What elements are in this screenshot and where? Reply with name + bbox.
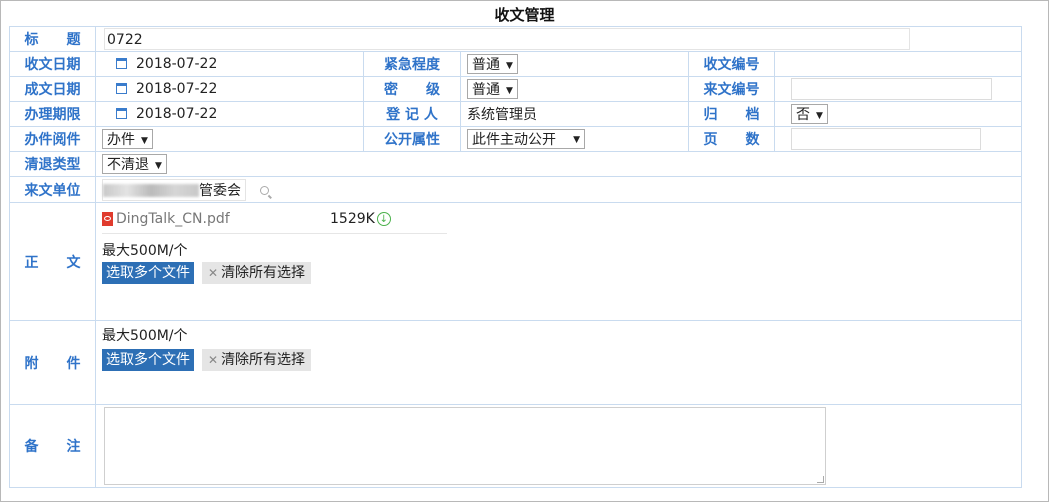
dropdown-arrow-icon: ▼ xyxy=(141,136,148,146)
calendar-icon[interactable] xyxy=(116,58,127,69)
select-files-button[interactable]: 选取多个文件 xyxy=(102,349,194,371)
label-security: 密 级 xyxy=(363,76,461,102)
clear-selection-button[interactable]: ✕ 清除所有选择 xyxy=(202,262,312,284)
redacted-text xyxy=(103,184,199,197)
dropdown-arrow-icon: ▼ xyxy=(506,61,513,71)
upload-limit: 最大500M/个 xyxy=(102,328,188,344)
from-no-input[interactable] xyxy=(791,78,992,100)
label-doc-date: 成文日期 xyxy=(9,76,96,102)
doc-date-field[interactable]: 2018-07-22 xyxy=(95,76,364,102)
label-refund-type: 清退类型 xyxy=(9,151,96,177)
label-from-no: 来文编号 xyxy=(688,76,775,102)
from-unit-suffix: 管委会 xyxy=(199,182,241,199)
archive-select[interactable]: 否 ▼ xyxy=(791,104,828,124)
registrar-value: 系统管理员 xyxy=(460,101,689,127)
download-icon[interactable]: ↓ xyxy=(376,212,391,226)
clear-selection-button[interactable]: ✕ 清除所有选择 xyxy=(202,349,312,371)
refund-type-select[interactable]: 不清退 ▼ xyxy=(102,154,167,174)
from-unit-input[interactable]: 管委会 xyxy=(102,178,246,201)
label-body: 正 文 xyxy=(9,202,96,321)
label-urgency: 紧急程度 xyxy=(363,51,461,77)
doc-kind-select[interactable]: 办件 ▼ xyxy=(102,129,153,149)
doc-date-value: 2018-07-22 xyxy=(136,81,218,97)
deadline-field[interactable]: 2018-07-22 xyxy=(95,101,364,127)
dropdown-arrow-icon: ▼ xyxy=(506,86,513,96)
remark-textarea[interactable] xyxy=(104,407,826,485)
pages-input[interactable] xyxy=(791,128,981,150)
label-deadline: 办理期限 xyxy=(9,101,96,127)
label-recv-no: 收文编号 xyxy=(688,51,775,77)
dropdown-arrow-icon: ▼ xyxy=(573,135,580,145)
upload-limit: 最大500M/个 xyxy=(102,243,188,259)
urgency-select[interactable]: 普通 ▼ xyxy=(467,54,518,74)
clear-selection-label: 清除所有选择 xyxy=(221,265,306,281)
calendar-icon[interactable] xyxy=(116,108,127,119)
page-title: 收文管理 xyxy=(494,6,555,24)
security-value: 普通 xyxy=(472,82,500,98)
label-from-unit: 来文单位 xyxy=(9,176,96,203)
publicity-value: 此件主动公开 xyxy=(472,132,556,148)
label-doc-kind: 办件阅件 xyxy=(9,126,96,152)
security-select[interactable]: 普通 ▼ xyxy=(467,79,518,99)
search-icon[interactable] xyxy=(260,186,270,195)
form-table: 标 题 0722 收文日期 2018-07-22 紧急程度 普通 ▼ 收文编号 成… xyxy=(9,26,1023,488)
label-remark: 备 注 xyxy=(9,404,96,488)
clear-selection-label: 清除所有选择 xyxy=(221,352,306,368)
file-name-link[interactable]: DingTalk_CN.pdf xyxy=(116,211,330,227)
resize-handle-icon[interactable] xyxy=(817,476,824,483)
calendar-icon[interactable] xyxy=(116,83,127,94)
refund-type-value: 不清退 xyxy=(107,157,149,173)
label-publicity: 公开属性 xyxy=(363,126,461,152)
pdf-file-icon xyxy=(102,212,113,226)
publicity-select[interactable]: 此件主动公开 ▼ xyxy=(467,129,585,149)
label-pages: 页 数 xyxy=(688,126,775,152)
recv-date-value: 2018-07-22 xyxy=(136,56,218,72)
file-size: 1529K xyxy=(330,211,375,227)
urgency-value: 普通 xyxy=(472,57,500,73)
close-icon: ✕ xyxy=(208,353,219,367)
doc-kind-value: 办件 xyxy=(107,132,135,148)
label-attachment: 附 件 xyxy=(9,320,96,405)
select-files-button[interactable]: 选取多个文件 xyxy=(102,262,194,284)
label-recv-date: 收文日期 xyxy=(9,51,96,77)
dropdown-arrow-icon: ▼ xyxy=(816,111,823,121)
dropdown-arrow-icon: ▼ xyxy=(155,161,162,171)
title-input[interactable]: 0722 xyxy=(104,28,910,50)
label-title: 标 题 xyxy=(9,26,96,52)
label-registrar: 登 记 人 xyxy=(363,101,461,127)
archive-value: 否 xyxy=(796,107,810,123)
recv-date-field[interactable]: 2018-07-22 xyxy=(95,51,364,77)
label-archive: 归 档 xyxy=(688,101,775,127)
deadline-value: 2018-07-22 xyxy=(136,106,218,122)
close-icon: ✕ xyxy=(208,266,219,280)
file-row: DingTalk_CN.pdf 1529K ↓ xyxy=(102,211,447,234)
recv-no-field[interactable] xyxy=(773,51,1023,77)
